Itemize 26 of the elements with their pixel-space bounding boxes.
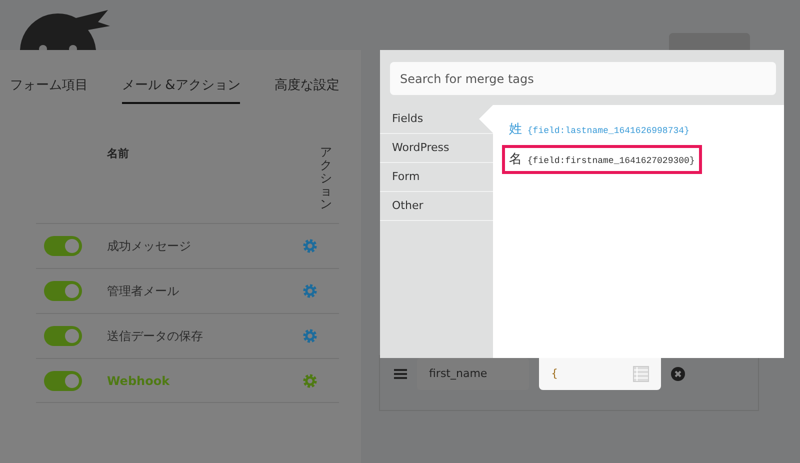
field-value: { [551, 366, 558, 382]
merge-tag-item[interactable]: 名 {field:firstname_1641627029300} [502, 144, 702, 174]
tab[interactable]: フォーム項目 [10, 76, 88, 104]
column-header: 名前 [107, 146, 129, 162]
key-field[interactable]: first_name [417, 358, 529, 390]
toggle-switch[interactable] [44, 281, 82, 302]
drag-handle-icon[interactable] [394, 369, 407, 379]
merge-tag-item[interactable]: 姓 {field:lastname_1641626998734} [502, 115, 696, 144]
tab[interactable]: 高度な設定 [274, 76, 340, 104]
settings-icon[interactable] [303, 239, 317, 254]
merge-tags-icon[interactable] [633, 366, 649, 382]
tab[interactable]: メール &アクション [122, 76, 240, 104]
action-name[interactable]: 成功メッセージ [107, 237, 303, 256]
action-name[interactable]: 送信データの保存 [107, 327, 303, 346]
remove-icon[interactable] [671, 367, 685, 381]
column-header: アクション [320, 146, 332, 212]
toggle-switch[interactable] [44, 236, 82, 256]
toggle-switch[interactable] [44, 370, 82, 391]
category-tab[interactable]: Fields [380, 105, 493, 134]
value-field[interactable]: { [539, 358, 661, 390]
settings-icon[interactable] [303, 374, 317, 388]
toggle-switch[interactable] [44, 326, 82, 346]
search-field[interactable]: Search for merge tags [390, 62, 776, 95]
settings-icon[interactable] [303, 284, 317, 298]
action-name[interactable]: 管理者メール [107, 282, 303, 300]
settings-icon[interactable] [303, 329, 317, 344]
